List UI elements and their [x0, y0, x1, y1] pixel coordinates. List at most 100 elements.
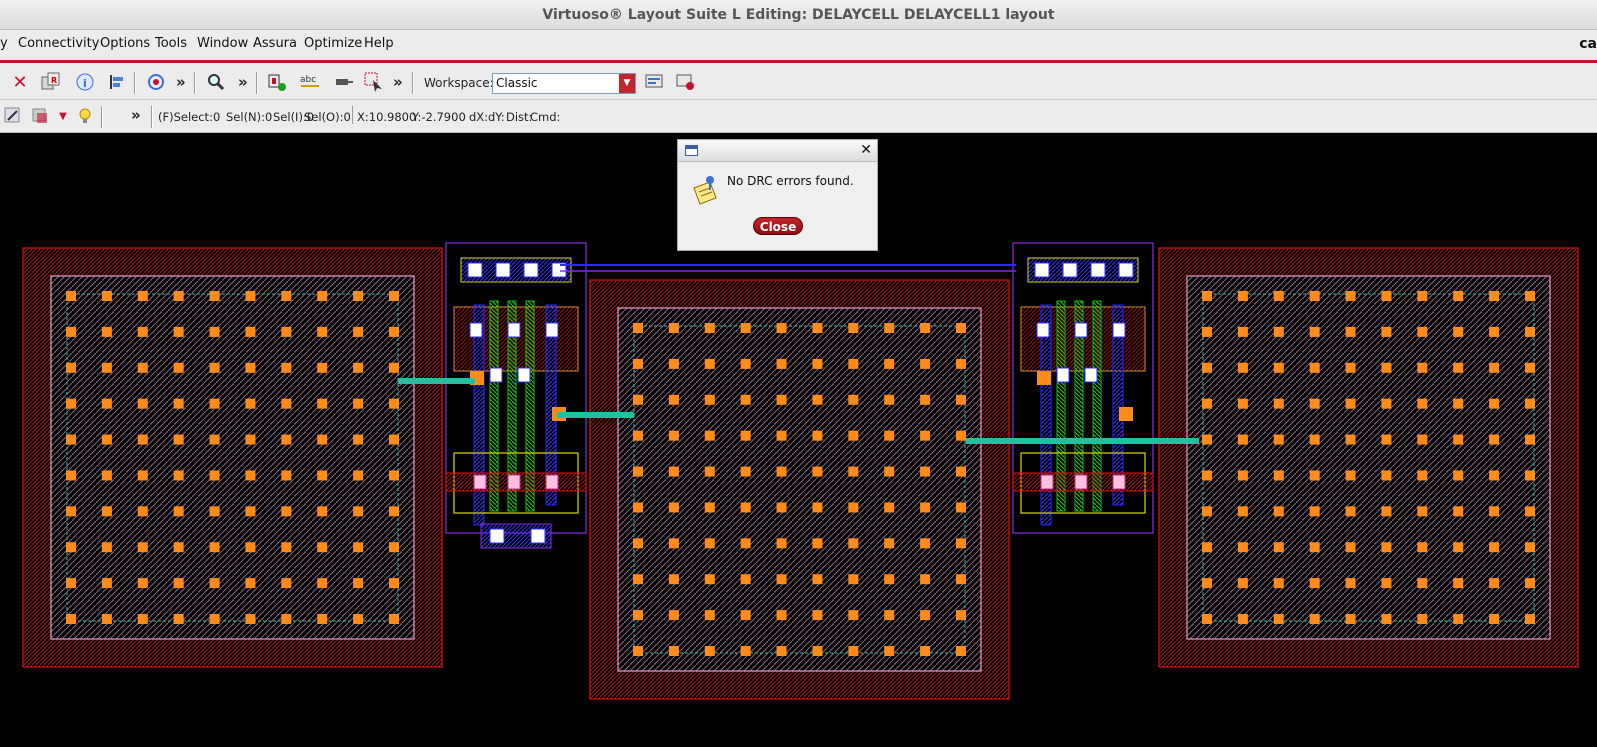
menu-assura[interactable]: Assura: [253, 36, 297, 51]
cap-contact: [776, 646, 787, 656]
cap-contact: [66, 326, 76, 337]
menu-options[interactable]: Options: [100, 36, 150, 51]
menu-connectivity[interactable]: Connectivity: [18, 36, 99, 51]
cap-contact: [101, 398, 112, 409]
cap-contact: [173, 578, 184, 589]
cap-contact: [317, 578, 328, 589]
cap-contact: [137, 470, 148, 481]
cap-contact: [389, 506, 399, 517]
dialog-titlebar[interactable]: ✕: [678, 140, 877, 162]
svg-text:abc: abc: [300, 75, 316, 85]
refresh-icon[interactable]: [145, 71, 167, 93]
window-icon: [685, 145, 698, 156]
cap-contact: [137, 362, 148, 373]
cap-contact: [1309, 506, 1320, 517]
workspace-label: Workspace:: [424, 76, 494, 90]
cap-contact: [956, 646, 966, 656]
copy-icon[interactable]: R: [40, 71, 62, 93]
cap-contact: [848, 610, 859, 621]
cap-contact: [281, 614, 292, 624]
cap-contact: [740, 538, 751, 549]
svg-text:i: i: [83, 77, 87, 90]
toolbar-overflow-2[interactable]: »: [238, 73, 248, 91]
via-contact: [1118, 262, 1134, 278]
via-contact: [523, 262, 539, 278]
cap-contact: [1381, 578, 1392, 589]
cap-contact: [389, 578, 399, 589]
menu-item-partial[interactable]: y: [0, 36, 8, 51]
select-area-icon[interactable]: [363, 71, 385, 93]
cap-contact: [740, 610, 751, 621]
cap-contact: [920, 358, 931, 369]
chevron-down-icon[interactable]: ▼: [619, 74, 635, 93]
align-icon[interactable]: [106, 71, 128, 93]
cap-contact: [245, 506, 256, 517]
cap-contact: [1489, 398, 1500, 409]
label-icon[interactable]: abc: [299, 71, 321, 93]
menu-tools[interactable]: Tools: [155, 36, 187, 51]
toolbar-overflow-3[interactable]: »: [393, 73, 403, 91]
workspace-delete-icon[interactable]: [674, 71, 696, 93]
cap-contact: [704, 323, 715, 333]
workspace-select[interactable]: Classic ▼: [492, 73, 636, 94]
zoom-icon[interactable]: [205, 71, 227, 93]
window-titlebar: Virtuoso® Layout Suite L Editing: DELAYC…: [0, 0, 1597, 30]
cap-contact: [1237, 291, 1248, 301]
cap-contact: [884, 610, 895, 621]
cap-contact: [353, 542, 364, 553]
cap-contact: [1525, 362, 1535, 373]
info-icon[interactable]: i: [74, 71, 96, 93]
edit-icon[interactable]: [2, 105, 24, 127]
cap-contact: [281, 470, 292, 481]
cap-contact: [389, 542, 399, 553]
layer-palette-icon[interactable]: [30, 105, 52, 127]
cap-contact: [1345, 326, 1356, 337]
cap-contact: [1489, 291, 1500, 301]
cap-contact: [1417, 578, 1428, 589]
cap-contact: [173, 362, 184, 373]
workspace-save-icon[interactable]: [643, 71, 665, 93]
via-contact: [530, 528, 546, 544]
cap-contact: [1237, 398, 1248, 409]
cap-contact: [1345, 434, 1356, 445]
cap-contact: [281, 326, 292, 337]
menu-window[interactable]: Window: [197, 36, 248, 51]
cap-contact: [1381, 470, 1392, 481]
delete-icon[interactable]: ✕: [9, 71, 31, 93]
cap-contact: [281, 506, 292, 517]
cap-contact: [668, 358, 679, 369]
well-tap: [480, 523, 552, 549]
cap-contact: [776, 466, 787, 477]
cap-contact: [668, 538, 679, 549]
lightbulb-icon[interactable]: [74, 105, 96, 127]
close-button[interactable]: Close: [753, 217, 803, 235]
status-select: (F)Select:0: [158, 110, 221, 124]
cap-contact: [704, 430, 715, 441]
cap-contact: [848, 538, 859, 549]
chevron-down-icon[interactable]: ▼: [52, 105, 74, 127]
cap-contact: [1309, 470, 1320, 481]
menu-help[interactable]: Help: [364, 36, 394, 51]
cap-contact: [884, 502, 895, 513]
cap-contact: [1237, 434, 1248, 445]
cap-contact: [101, 362, 112, 373]
cap-contact: [209, 398, 220, 409]
cap-contact: [633, 538, 643, 549]
cap-contact: [1381, 326, 1392, 337]
cap-contact: [1202, 578, 1212, 589]
cap-contact: [1489, 470, 1500, 481]
via-contact: [545, 322, 559, 338]
metal-contact: [1119, 407, 1133, 421]
cap-contact: [173, 326, 184, 337]
create-instance-icon[interactable]: [266, 71, 288, 93]
pin-icon[interactable]: [332, 71, 354, 93]
toolbar-overflow-4[interactable]: »: [131, 106, 141, 124]
cap-contact: [353, 470, 364, 481]
toolbar-overflow-1[interactable]: »: [176, 73, 186, 91]
menu-optimize[interactable]: Optimize: [304, 36, 362, 51]
cap-contact: [281, 398, 292, 409]
status-y: Y:-2.7900: [412, 110, 466, 124]
cap-contact: [101, 470, 112, 481]
via-contact: [545, 474, 559, 490]
close-icon[interactable]: ✕: [860, 142, 872, 158]
